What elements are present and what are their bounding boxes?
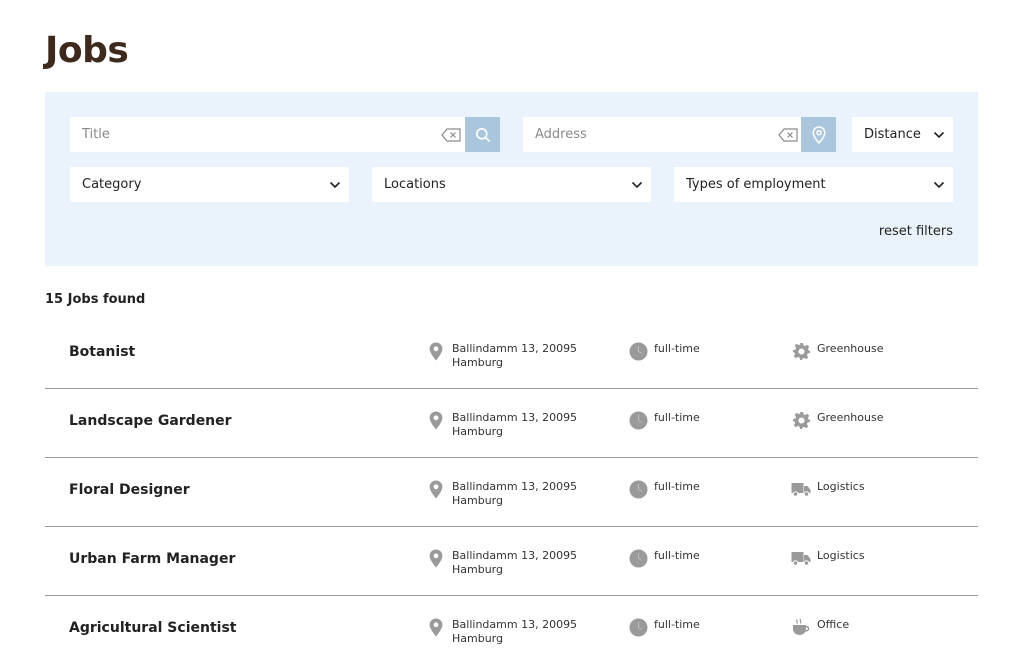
- filter-panel: Distance Category Locations Types of emp…: [45, 92, 978, 266]
- job-row[interactable]: Urban Farm Manager Ballindamm 13, 20095 …: [45, 527, 978, 596]
- gear-icon: [790, 409, 812, 431]
- chevron-down-icon: [925, 131, 953, 139]
- title-search-field[interactable]: [70, 117, 465, 152]
- job-address: Ballindamm 13, 20095 Hamburg: [452, 618, 578, 645]
- map-pin-icon: [425, 616, 447, 638]
- job-category-label: Logistics: [817, 480, 865, 493]
- clock-icon: [627, 547, 649, 569]
- job-category: Office: [790, 618, 849, 638]
- map-pin-icon: [425, 409, 447, 431]
- job-category: Logistics: [790, 480, 865, 500]
- job-type: full-time: [654, 342, 700, 355]
- job-category-label: Greenhouse: [817, 411, 884, 424]
- job-employment-type: full-time: [627, 549, 700, 569]
- job-category-label: Logistics: [817, 549, 865, 562]
- job-address: Ballindamm 13, 20095 Hamburg: [452, 411, 578, 438]
- job-title[interactable]: Landscape Gardener: [69, 413, 232, 429]
- job-type: full-time: [654, 411, 700, 424]
- title-input[interactable]: [70, 117, 437, 152]
- job-title[interactable]: Botanist: [69, 344, 135, 360]
- employment-type-label: Types of employment: [686, 177, 826, 192]
- truck-icon: [790, 478, 812, 500]
- job-category-label: Office: [817, 618, 850, 631]
- locate-button[interactable]: [801, 117, 836, 152]
- distance-label: Distance: [864, 127, 921, 142]
- clear-address-icon[interactable]: [774, 117, 802, 152]
- job-row[interactable]: Floral Designer Ballindamm 13, 20095 Ham…: [45, 458, 978, 527]
- address-field[interactable]: [523, 117, 802, 152]
- chevron-down-icon: [925, 181, 953, 189]
- chevron-down-icon: [321, 181, 349, 189]
- job-category-label: Greenhouse: [817, 342, 884, 355]
- job-type: full-time: [654, 480, 700, 493]
- job-title[interactable]: Urban Farm Manager: [69, 551, 235, 567]
- job-address: Ballindamm 13, 20095 Hamburg: [452, 342, 578, 369]
- category-label: Category: [82, 177, 142, 192]
- job-address: Ballindamm 13, 20095 Hamburg: [452, 480, 578, 507]
- clock-icon: [627, 340, 649, 362]
- job-type: full-time: [654, 618, 700, 631]
- gear-icon: [790, 340, 812, 362]
- clear-title-icon[interactable]: [437, 117, 465, 152]
- locations-select[interactable]: Locations: [372, 167, 651, 202]
- job-title[interactable]: Agricultural Scientist: [69, 620, 236, 636]
- job-title[interactable]: Floral Designer: [69, 482, 190, 498]
- result-count: 15 Jobs found: [45, 292, 146, 307]
- clock-icon: [627, 478, 649, 500]
- job-employment-type: full-time: [627, 480, 700, 500]
- job-row[interactable]: Botanist Ballindamm 13, 20095 Hamburg fu…: [45, 320, 978, 389]
- clock-icon: [627, 409, 649, 431]
- job-location: Ballindamm 13, 20095 Hamburg: [425, 411, 582, 439]
- job-type: full-time: [654, 549, 700, 562]
- map-pin-icon: [811, 125, 826, 144]
- job-location: Ballindamm 13, 20095 Hamburg: [425, 480, 582, 508]
- job-employment-type: full-time: [627, 411, 700, 431]
- job-location: Ballindamm 13, 20095 Hamburg: [425, 342, 582, 370]
- job-category: Logistics: [790, 549, 865, 569]
- clock-icon: [627, 616, 649, 638]
- job-row[interactable]: Agricultural Scientist Ballindamm 13, 20…: [45, 596, 978, 664]
- map-pin-icon: [425, 340, 447, 362]
- job-category: Greenhouse: [790, 342, 883, 362]
- job-address: Ballindamm 13, 20095 Hamburg: [452, 549, 578, 576]
- job-employment-type: full-time: [627, 342, 700, 362]
- page-title: Jobs: [45, 30, 129, 71]
- address-input[interactable]: [523, 117, 774, 152]
- search-icon: [475, 127, 491, 143]
- search-button[interactable]: [465, 117, 500, 152]
- chevron-down-icon: [623, 181, 651, 189]
- map-pin-icon: [425, 547, 447, 569]
- job-employment-type: full-time: [627, 618, 700, 638]
- locations-label: Locations: [384, 177, 446, 192]
- job-location: Ballindamm 13, 20095 Hamburg: [425, 618, 582, 646]
- truck-icon: [790, 547, 812, 569]
- job-location: Ballindamm 13, 20095 Hamburg: [425, 549, 582, 577]
- employment-type-select[interactable]: Types of employment: [674, 167, 953, 202]
- reset-filters-link[interactable]: reset filters: [879, 224, 953, 239]
- map-pin-icon: [425, 478, 447, 500]
- job-category: Greenhouse: [790, 411, 883, 431]
- job-list: Botanist Ballindamm 13, 20095 Hamburg fu…: [45, 320, 978, 664]
- coffee-cup-icon: [790, 616, 812, 638]
- category-select[interactable]: Category: [70, 167, 349, 202]
- job-row[interactable]: Landscape Gardener Ballindamm 13, 20095 …: [45, 389, 978, 458]
- distance-select[interactable]: Distance: [852, 117, 953, 152]
